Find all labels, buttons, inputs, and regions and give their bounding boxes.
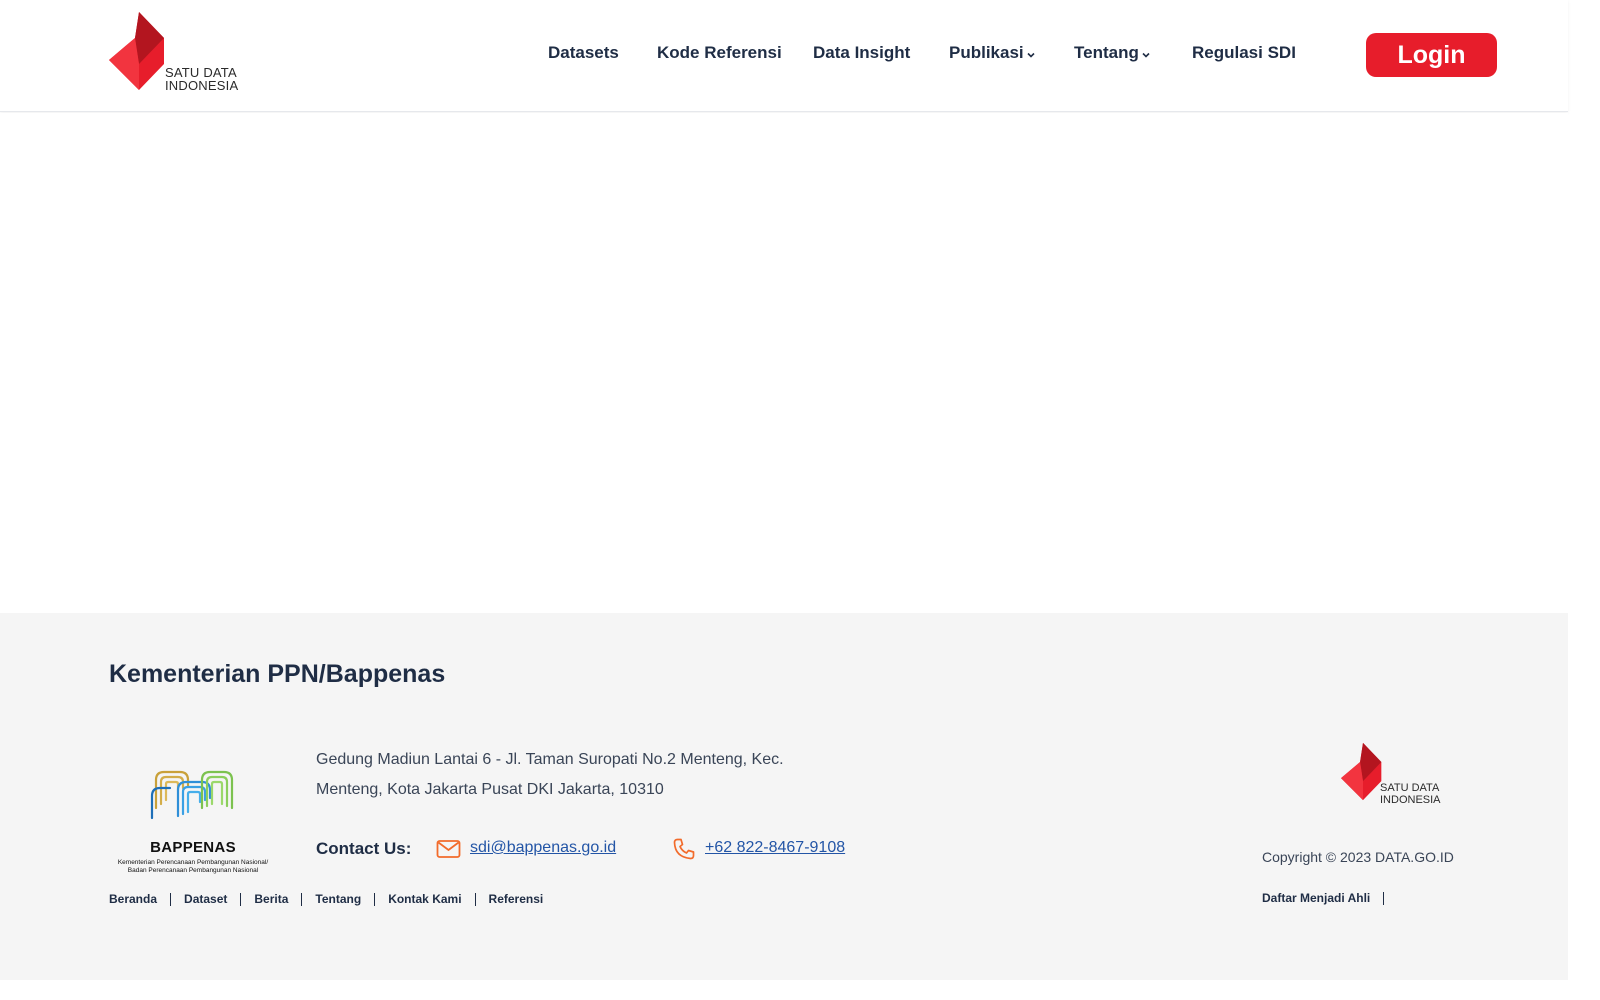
address-line-2: Menteng, Kota Jakarta Pusat DKI Jakarta,… [316,781,664,798]
footer-link-tentang[interactable]: Tentang [315,892,361,906]
email-link[interactable]: sdi@bappenas.go.id [470,839,616,857]
nav-publikasi[interactable]: Publikasi [949,43,1036,63]
link-separator [374,892,376,906]
contact-label: Contact Us: [316,839,412,858]
main-content [0,113,1568,613]
nav-regulasi-sdi-label: Regulasi SDI [1192,43,1296,62]
nav-publikasi-label: Publikasi [949,43,1024,62]
nav-data-insight-label: Data Insight [813,43,911,62]
daftar-menjadi-ahli-link[interactable]: Daftar Menjadi Ahli [1262,891,1385,905]
login-button[interactable]: Login [1366,33,1497,77]
chevron-down-icon [1142,52,1150,58]
link-separator [301,892,303,906]
nav-kode-referensi[interactable]: Kode Referensi [657,43,782,63]
nav-regulasi-sdi[interactable]: Regulasi SDI [1192,43,1296,63]
phone-link[interactable]: +62 822-8467-9108 [705,839,845,857]
nav-tentang[interactable]: Tentang [1074,43,1151,63]
nav-tentang-label: Tentang [1074,43,1139,62]
diamond-logo-icon [1341,742,1382,801]
bappenas-subtitle-line-2: Badan Perencanaan Pembangunan Nasional [127,867,259,874]
office-address: Gedung Madiun Lantai 6 - Jl. Taman Surop… [316,745,806,805]
footer-links: Beranda Dataset Berita Tentang Kontak Ka… [109,892,543,906]
footer-link-berita[interactable]: Berita [254,892,288,906]
footer-logo-text: SATU DATA INDONESIA [1380,782,1441,806]
copyright-text: Copyright © 2023 DATA.GO.ID [1262,849,1454,865]
footer-link-beranda[interactable]: Beranda [109,892,157,906]
footer-link-dataset[interactable]: Dataset [184,892,227,906]
nav-data-insight[interactable]: Data Insight [813,43,910,63]
bappenas-subtitle-line-1: Kementerian Perencanaan Pembangunan Nasi… [117,859,269,866]
chevron-down-icon [1027,52,1035,58]
daftar-label: Daftar Menjadi Ahli [1262,891,1371,905]
nav-kode-referensi-label: Kode Referensi [657,43,782,62]
link-separator [170,892,172,906]
logo-text: SATU DATA INDONESIA [165,66,238,92]
address-line-1: Gedung Madiun Lantai 6 - Jl. Taman Surop… [316,751,784,768]
link-separator [240,892,242,906]
link-separator [474,892,476,906]
footer-satu-data-logo: SATU DATA INDONESIA [1341,738,1459,808]
nav-datasets-label: Datasets [548,43,619,62]
mail-icon [436,840,461,858]
site-header: SATU DATA INDONESIA Datasets Kode Refere… [0,0,1568,112]
bappenas-name: BAPPENAS [150,839,236,856]
footer-link-referensi[interactable]: Referensi [489,892,544,906]
footer-link-kontak-kami[interactable]: Kontak Kami [388,892,461,906]
nav-datasets[interactable]: Datasets [548,43,619,63]
satu-data-indonesia-logo[interactable]: SATU DATA INDONESIA [109,12,249,94]
site-footer: Kementerian PPN/Bappenas BAPPENAS Kement… [0,613,1568,980]
bappenas-subtitle: Kementerian Perencanaan Pembangunan Nasi… [108,859,278,875]
logo-line-2: INDONESIA [165,78,239,93]
link-separator [1383,891,1385,905]
footer-title: Kementerian PPN/Bappenas [109,660,446,688]
bappenas-logo: BAPPENAS Kementerian Perencanaan Pembang… [108,756,278,878]
phone-icon [673,838,695,860]
footer-logo-line-2: INDONESIA [1380,794,1441,806]
bappenas-emblem-icon [150,770,234,820]
diamond-logo-icon [109,12,164,90]
footer-logo-line-1: SATU DATA [1380,782,1440,794]
